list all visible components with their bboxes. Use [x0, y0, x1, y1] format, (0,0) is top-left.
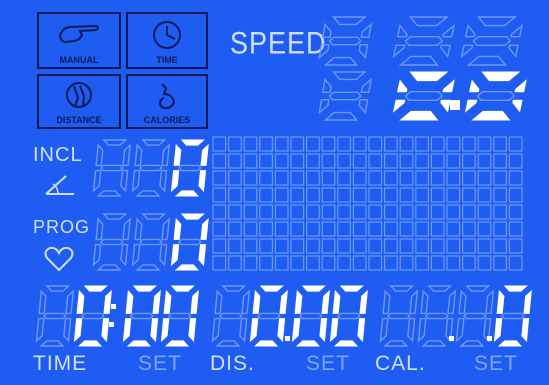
segment-digits — [35, 16, 532, 347]
speed-digit-6 — [464, 71, 527, 121]
calories-digit-4 — [493, 285, 532, 347]
speed-digit-5 — [392, 71, 455, 121]
distance-decimal-point — [285, 336, 290, 341]
incline-digit-3 — [170, 139, 209, 197]
speed-digit-4 — [318, 71, 373, 121]
distance-digit-3 — [291, 285, 330, 347]
calories-dot-2 — [487, 336, 492, 341]
distance-digit-4 — [329, 285, 368, 347]
time-colon-bottom — [109, 322, 114, 327]
program-digit-3 — [170, 213, 209, 271]
lcd-display: MANUAL TIME DISTANCE CALORIES SPEED INCL… — [0, 0, 549, 385]
distance-digit-2 — [249, 285, 288, 347]
calories-digit-1 — [379, 285, 419, 347]
calories-dot-1 — [449, 336, 454, 341]
time-digit-2 — [73, 285, 112, 347]
distance-digit-1 — [211, 285, 251, 347]
speed-decimal-point — [450, 100, 460, 110]
incline-digit-1 — [92, 139, 132, 197]
time-digit-1 — [35, 285, 75, 347]
time-digit-3 — [122, 285, 161, 347]
incline-digit-2 — [131, 139, 171, 197]
program-digit-2 — [131, 213, 171, 271]
time-colon-top — [111, 304, 116, 309]
speed-digit-2 — [392, 16, 456, 66]
speed-digit-1 — [318, 16, 373, 66]
speed-digit-3 — [460, 16, 524, 66]
program-digit-1 — [92, 213, 132, 271]
time-digit-4 — [160, 285, 199, 347]
